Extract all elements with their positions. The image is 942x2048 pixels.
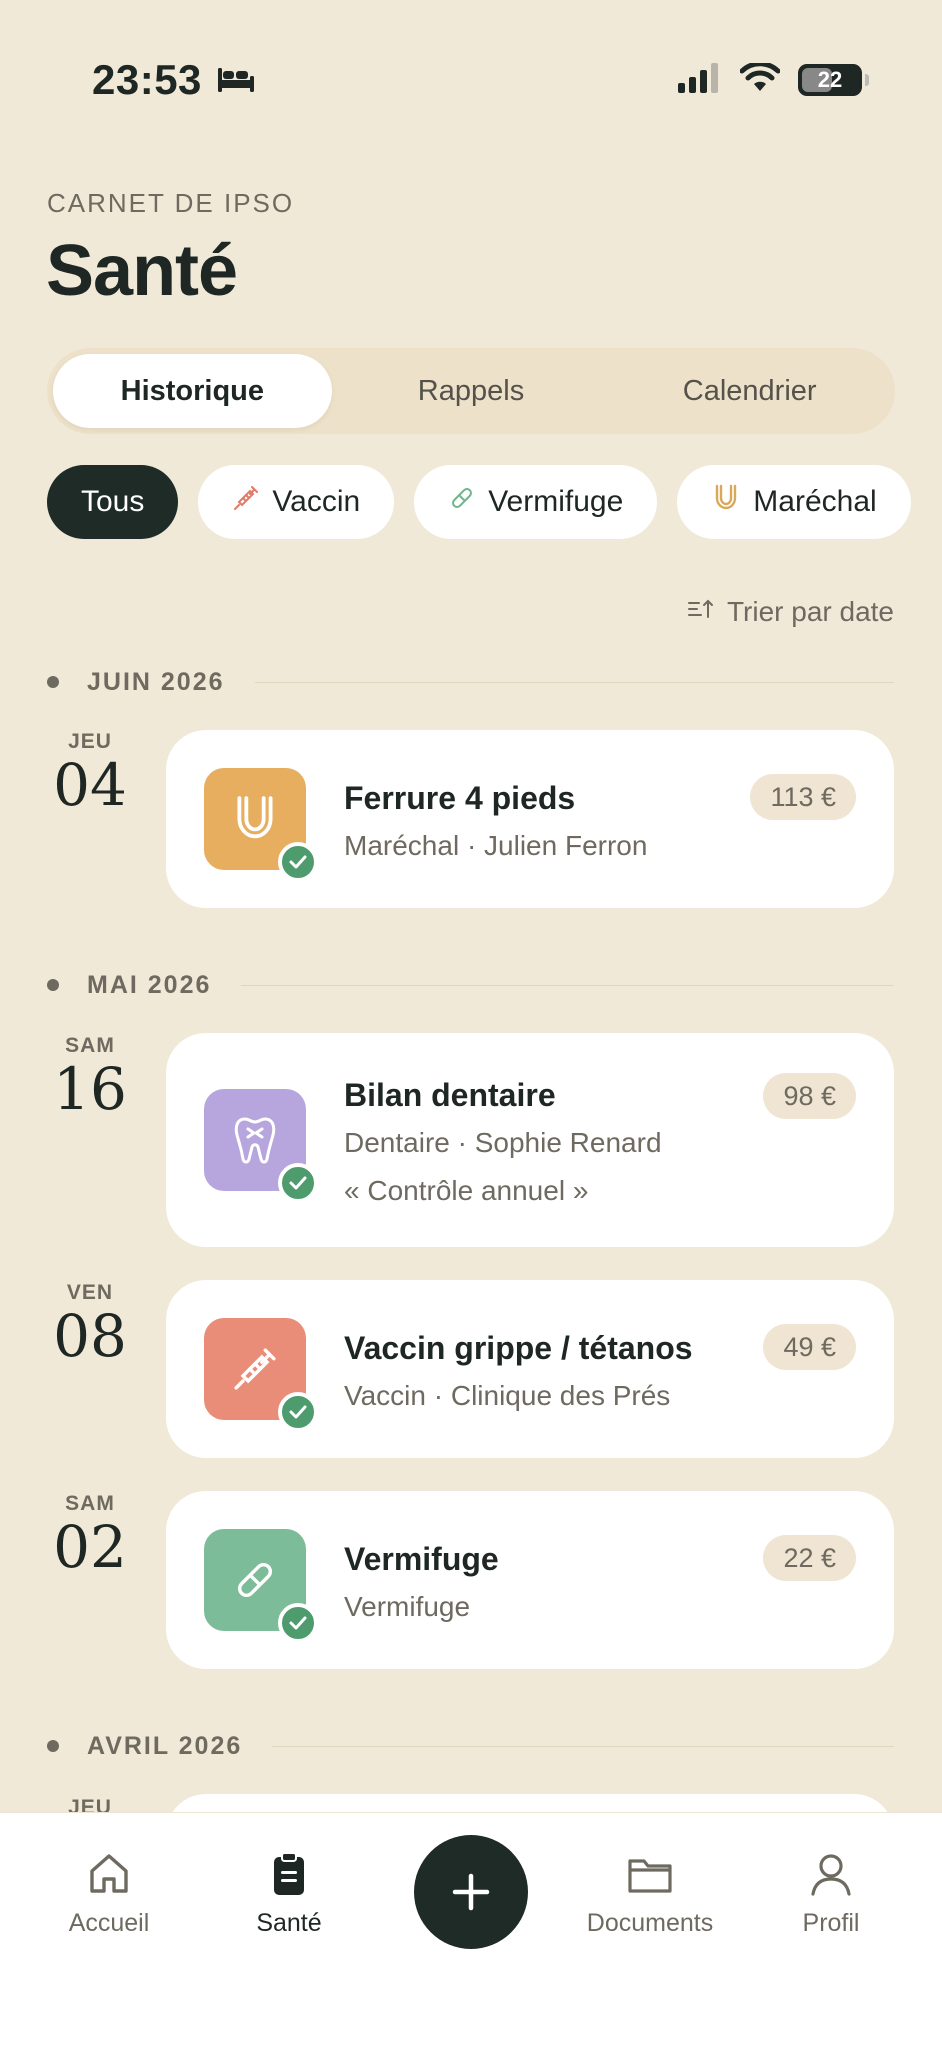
filter-chip-marechal[interactable]: Maréchal <box>677 465 911 539</box>
folder-icon <box>628 1859 672 1893</box>
done-check-icon <box>278 1392 318 1432</box>
page-eyebrow: CARNET DE IPSO <box>47 188 295 218</box>
event-price-badge: 113 € <box>750 774 856 820</box>
event-price-badge: 49 € <box>763 1324 856 1370</box>
event-day: 04 <box>53 751 127 819</box>
event-title: Bilan dentaire <box>344 1077 556 1113</box>
filter-chips: Tous Vaccin Vermifuge Maréchal <box>47 465 911 539</box>
event-date: SAM 16 <box>46 1034 134 1120</box>
page-title: Santé <box>46 231 238 311</box>
event-price-badge: 98 € <box>763 1073 856 1119</box>
nav-profil[interactable]: Profil <box>751 1851 911 1938</box>
tooth-icon <box>234 1117 276 1164</box>
clipboard-icon <box>274 1852 304 1895</box>
nav-sante[interactable]: Santé <box>209 1851 369 1938</box>
horseshoe-icon <box>711 482 741 522</box>
horseshoe-icon <box>237 796 273 839</box>
wifi-icon <box>739 60 781 98</box>
status-indicators: 22 <box>678 60 869 98</box>
month-label: JUIN 2026 <box>87 667 225 696</box>
status-time-group: 23:53 <box>92 56 256 104</box>
event-day: 16 <box>53 1055 127 1123</box>
signal-icon <box>678 62 722 98</box>
event-subtitle: Dentaire · Sophie Renard <box>344 1127 662 1158</box>
bed-icon <box>216 56 256 104</box>
nav-accueil[interactable]: Accueil <box>29 1851 189 1938</box>
done-check-icon <box>278 1163 318 1203</box>
event-date: VEN 08 <box>46 1281 134 1367</box>
filter-chip-vaccin[interactable]: Vaccin <box>198 465 395 539</box>
tab-historique[interactable]: Historique <box>53 354 332 428</box>
event-date: SAM 02 <box>46 1492 134 1578</box>
event-subtitle: Maréchal · Julien Ferron <box>344 830 648 861</box>
nav-documents[interactable]: Documents <box>570 1851 730 1938</box>
user-icon <box>811 1854 851 1896</box>
battery-level: 22 <box>817 67 843 92</box>
battery-icon: 22 <box>798 64 869 96</box>
event-subtitle: Vermifuge <box>344 1591 471 1622</box>
add-event-button[interactable] <box>414 1835 528 1949</box>
health-screen: 23:53 22 CARNET DE IPSO Santé Historique… <box>0 0 942 2048</box>
nav-label: Profil <box>802 1909 860 1937</box>
filter-chip-label: Maréchal <box>753 485 877 518</box>
done-check-icon <box>278 1603 318 1643</box>
tab-rappels[interactable]: Rappels <box>332 354 611 428</box>
tab-calendrier[interactable]: Calendrier <box>610 354 889 428</box>
event-title: Vaccin grippe / tétanos <box>344 1330 693 1366</box>
event-card-vaccin[interactable]: Vaccin grippe / tétanos Vaccin · Cliniqu… <box>166 1280 894 1458</box>
event-category-icon <box>204 768 318 882</box>
filter-chip-label: Tous <box>81 485 145 518</box>
filter-chip-label: Vaccin <box>272 485 361 518</box>
filter-chip-vermifuge[interactable]: Vermifuge <box>414 465 658 539</box>
event-category-icon <box>204 1089 318 1203</box>
nav-label: Documents <box>586 1909 714 1937</box>
done-check-icon <box>278 842 318 882</box>
sort-icon <box>687 596 715 628</box>
event-subtitle: Vaccin · Clinique des Prés <box>344 1380 671 1411</box>
event-title: Ferrure 4 pieds <box>344 780 576 816</box>
syringe-icon <box>234 1348 276 1390</box>
month-header: MAI 2026 <box>47 968 894 1002</box>
home-icon <box>90 1854 128 1893</box>
bottom-nav: Accueil Santé Documents Profil <box>0 1812 942 2048</box>
filter-chip-label: Vermifuge <box>488 485 624 518</box>
sort-label: Trier par date <box>726 596 894 627</box>
event-title: Vermifuge <box>344 1541 499 1577</box>
plus-icon <box>452 1873 490 1911</box>
event-price-badge: 22 € <box>763 1535 856 1581</box>
pill-icon <box>237 1562 273 1598</box>
event-card-bilan-dentaire[interactable]: Bilan dentaire Dentaire · Sophie Renard … <box>166 1033 894 1247</box>
event-day: 08 <box>53 1302 127 1370</box>
event-category-icon <box>204 1529 318 1643</box>
sort-button[interactable]: Trier par date <box>687 596 894 628</box>
syringe-icon <box>232 484 260 520</box>
nav-label: Santé <box>256 1909 322 1937</box>
status-bar: 23:53 22 <box>92 50 869 110</box>
month-label: AVRIL 2026 <box>87 1731 243 1760</box>
segmented-tabs: Historique Rappels Calendrier <box>47 348 895 434</box>
month-header: AVRIL 2026 <box>47 1729 894 1763</box>
status-time: 23:53 <box>92 56 202 103</box>
event-category-icon <box>204 1318 318 1432</box>
filter-chip-tous[interactable]: Tous <box>47 465 179 539</box>
event-day: 02 <box>53 1513 127 1581</box>
month-label: MAI 2026 <box>87 970 212 999</box>
nav-label: Accueil <box>68 1909 150 1937</box>
month-header: JUIN 2026 <box>47 665 894 699</box>
pill-icon <box>448 484 476 520</box>
event-card-vermifuge[interactable]: Vermifuge Vermifuge 22 € <box>166 1491 894 1669</box>
event-note: « Contrôle annuel » <box>344 1175 589 1206</box>
event-date: JEU 04 <box>46 730 134 816</box>
event-card-ferrure[interactable]: Ferrure 4 pieds Maréchal · Julien Ferron… <box>166 730 894 908</box>
